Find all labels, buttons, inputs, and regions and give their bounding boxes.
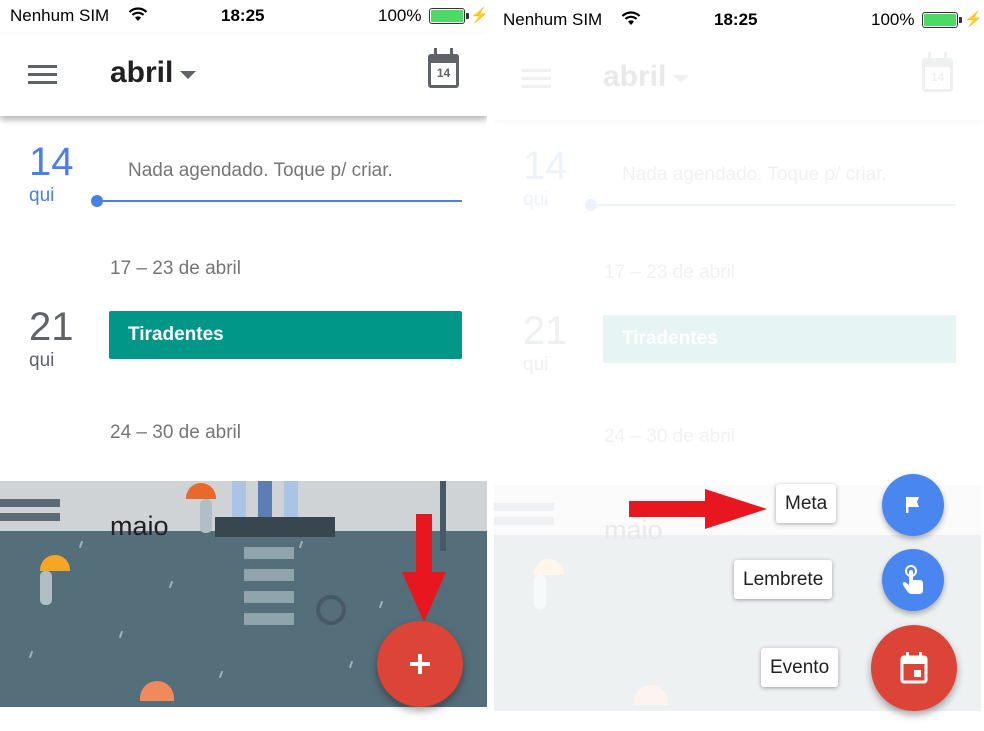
speed-dial-reminder-button[interactable] (882, 549, 944, 611)
week-range-label: 24 – 30 de abril (110, 422, 241, 443)
calendar-screen-after: Nenhum SIM 18:25 100% ⚡ abril 14 14 qui … (494, 0, 984, 731)
next-month-label: maio (110, 511, 169, 541)
annotation-arrow-down-icon (402, 514, 446, 622)
app-bar: abril 14 (0, 34, 487, 116)
current-time-line (97, 200, 462, 202)
speed-dial-label-meta[interactable]: Meta (776, 484, 837, 523)
event-weekday-label: qui (29, 350, 55, 371)
calendar-screen-before: Nenhum SIM 18:25 100% ⚡ abril 14 14 qui … (0, 0, 487, 731)
chevron-down-icon[interactable] (180, 71, 196, 79)
event-title: Tiradentes (128, 324, 224, 345)
battery-percent: 100% (871, 10, 915, 29)
event-chip-tiradentes[interactable]: Tiradentes (109, 311, 462, 359)
battery-percent: 100% (378, 6, 422, 25)
current-time-dot (91, 195, 103, 207)
calendar-event-icon (900, 652, 928, 684)
hamburger-menu-icon[interactable] (28, 65, 57, 85)
annotation-arrow-right-icon (629, 489, 767, 529)
flag-icon (906, 497, 919, 513)
speed-dial-goal-button[interactable] (882, 474, 944, 536)
create-fab-button[interactable] (377, 621, 463, 707)
today-weekday-label: qui (29, 185, 55, 206)
month-title[interactable]: abril (110, 56, 173, 90)
reminder-hand-icon (902, 565, 923, 594)
wifi-icon (128, 7, 148, 21)
event-day-number: 21 (29, 305, 74, 349)
speed-dial-label-lembrete[interactable]: Lembrete (734, 560, 833, 599)
scrim-overlay[interactable] (494, 0, 984, 731)
carrier-label: Nenhum SIM (503, 10, 603, 29)
charging-icon: ⚡ (964, 11, 983, 28)
status-time: 18:25 (714, 10, 758, 29)
charging-icon: ⚡ (470, 7, 487, 24)
wifi-icon (621, 11, 641, 25)
battery-icon (429, 8, 469, 24)
week-range-label: 17 – 23 de abril (110, 258, 241, 279)
speed-dial-event-button[interactable] (871, 625, 957, 711)
speed-dial-label-evento[interactable]: Evento (761, 648, 839, 687)
empty-day-prompt[interactable]: Nada agendado. Toque p/ criar. (128, 160, 393, 182)
status-time: 18:25 (221, 6, 265, 25)
today-day-number: 14 (436, 66, 451, 80)
today-day-number-label: 14 (29, 140, 74, 184)
carrier-label: Nenhum SIM (10, 6, 110, 25)
calendar-today-icon[interactable]: 14 (428, 48, 459, 88)
status-bar: Nenhum SIM 18:25 100% ⚡ (494, 0, 984, 34)
status-bar: Nenhum SIM 18:25 100% ⚡ (0, 0, 487, 34)
battery-icon (922, 12, 962, 28)
